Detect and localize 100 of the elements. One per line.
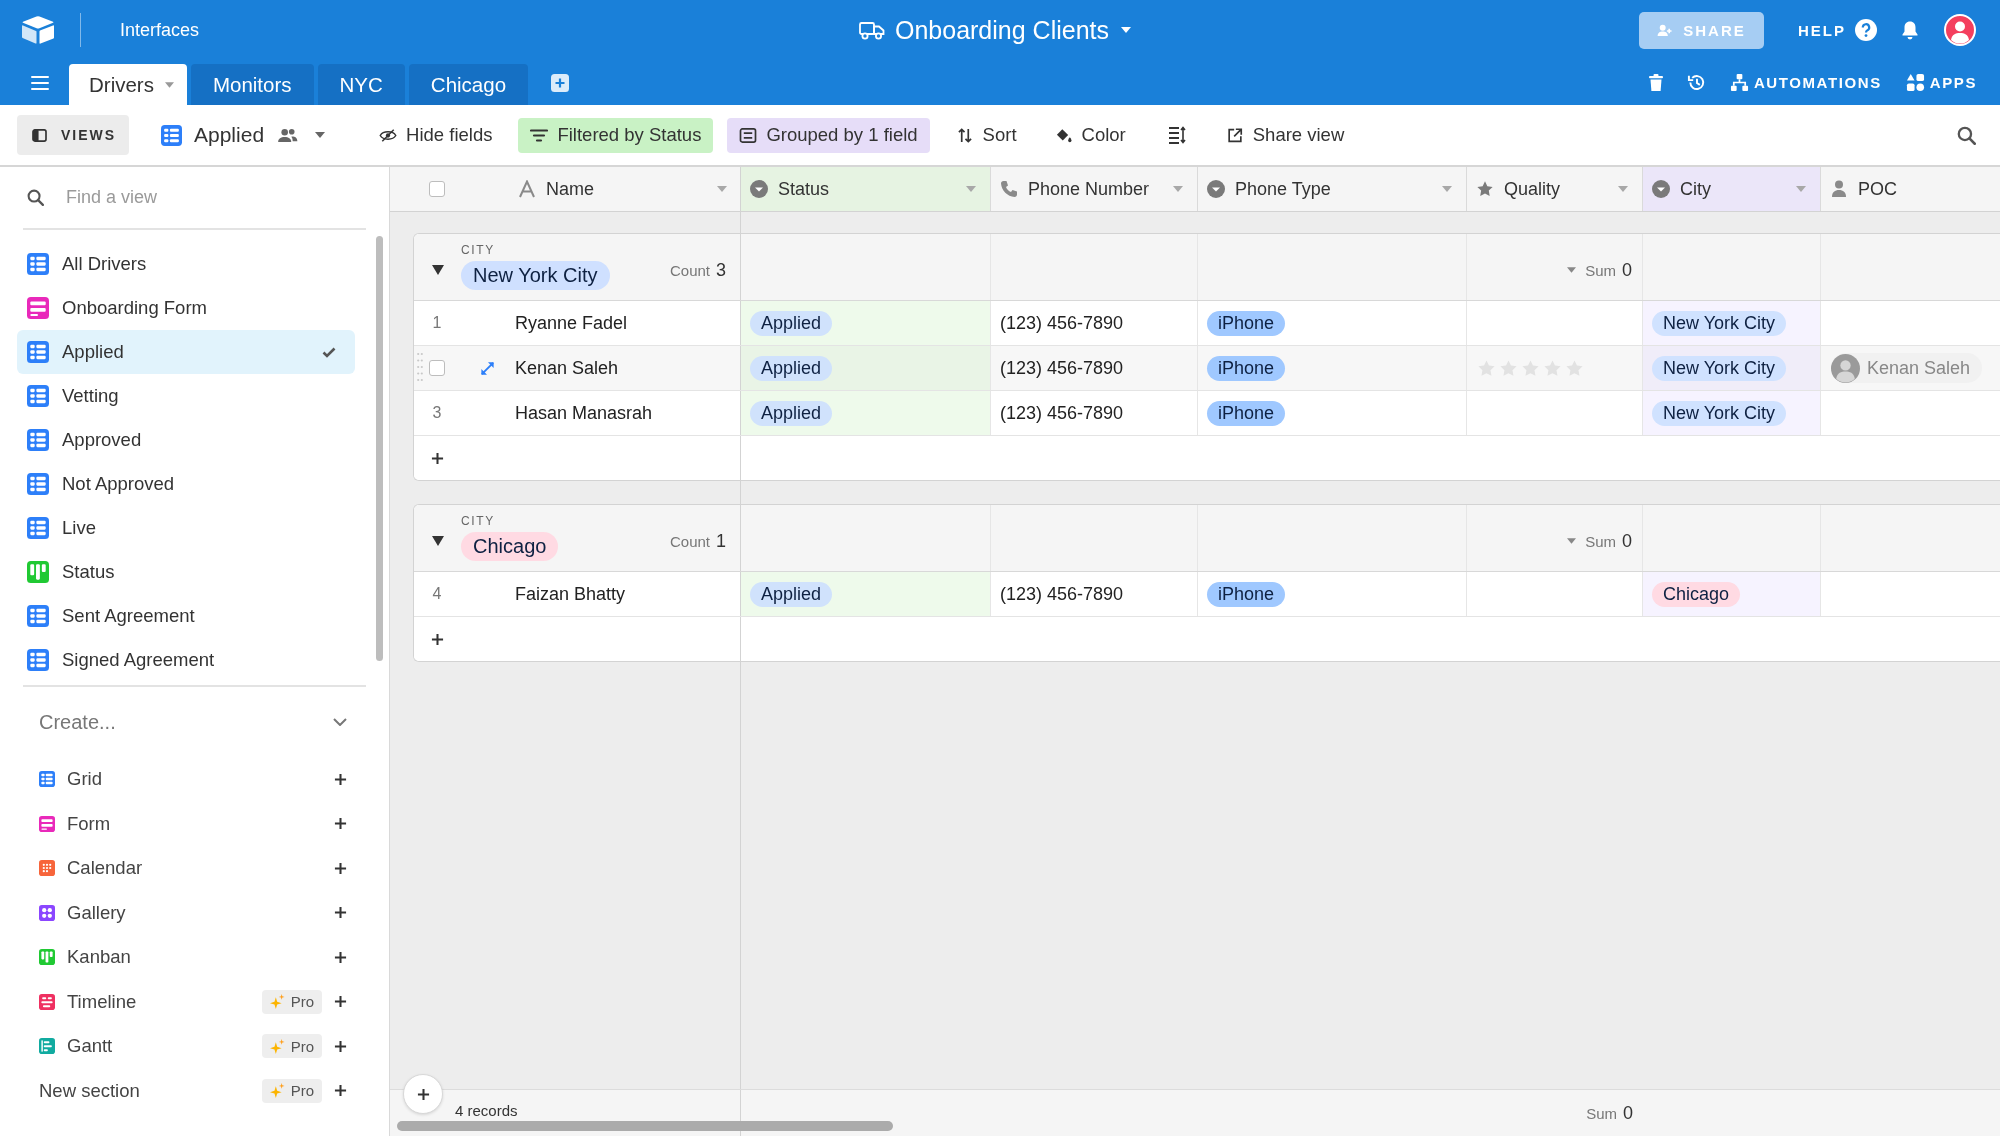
status-tag: Applied: [750, 581, 833, 607]
create-view-option[interactable]: New section: [39, 1079, 140, 1102]
truck-icon: [859, 20, 885, 40]
tab[interactable]: NYC: [317, 64, 405, 105]
caret-icon: [1796, 186, 1806, 192]
row-height-icon[interactable]: [1167, 126, 1186, 144]
filter-button[interactable]: Filtered by Status: [518, 117, 714, 153]
tab[interactable]: Monitors: [190, 64, 314, 105]
view-item[interactable]: Live: [17, 506, 355, 550]
interfaces-tab[interactable]: Interfaces: [120, 19, 200, 41]
column-header[interactable]: Name: [518, 167, 740, 211]
paint-bucket-icon: [1054, 127, 1073, 143]
group-button[interactable]: Grouped by 1 field: [727, 117, 930, 153]
column-header[interactable]: Phone Type: [1198, 167, 1467, 211]
view-item[interactable]: Onboarding Form: [17, 286, 355, 330]
view-item[interactable]: Status: [17, 550, 355, 594]
user-avatar-icon[interactable]: [1944, 14, 1976, 46]
view-item[interactable]: Vetting: [17, 374, 355, 418]
sort-button[interactable]: Sort: [943, 117, 1029, 153]
table-row[interactable]: Kenan Saleh Applied (123) 456-7890 iPhone New York City Kenan Saleh: [414, 346, 2000, 391]
view-item[interactable]: Applied: [17, 330, 355, 374]
plus-icon[interactable]: [430, 632, 444, 646]
phone-type-tag: iPhone: [1207, 581, 1286, 607]
search-icon[interactable]: [1957, 125, 1976, 145]
table-row[interactable]: 1 Ryanne Fadel Applied (123) 456-7890 iPhone New York City: [414, 301, 2000, 346]
expand-icon[interactable]: [479, 359, 496, 377]
caret-icon: [1618, 186, 1628, 192]
automations-button[interactable]: AUTOMATIONS: [1729, 73, 1882, 92]
plus-icon[interactable]: [416, 1087, 430, 1101]
plus-square-icon[interactable]: [551, 73, 570, 92]
phone-type-tag: iPhone: [1207, 400, 1286, 426]
plus-icon[interactable]: [334, 772, 347, 786]
tab[interactable]: Chicago: [408, 64, 529, 105]
plus-icon[interactable]: [334, 995, 347, 1009]
count-value: 3: [716, 259, 726, 281]
column-header[interactable]: Status: [741, 167, 991, 211]
column-header[interactable]: City: [1643, 167, 1821, 211]
record-name: Kenan Saleh: [515, 357, 619, 379]
record-name: Faizan Bhatty: [515, 583, 626, 605]
hierarchy-icon: [1729, 73, 1749, 92]
checkbox[interactable]: [429, 181, 445, 197]
count-value: 1: [716, 530, 726, 552]
view-item[interactable]: Sent Agreement: [17, 594, 355, 638]
create-view-option[interactable]: Kanban: [67, 946, 131, 969]
plus-icon[interactable]: [334, 861, 347, 875]
checkbox[interactable]: [429, 360, 445, 376]
row-number: 4: [432, 585, 442, 603]
sum-label: Sum: [1585, 532, 1616, 550]
drag-handle-icon[interactable]: [417, 352, 423, 382]
box-logo-icon[interactable]: [20, 15, 56, 45]
table-row[interactable]: 3 Hasan Manasrah Applied (123) 456-7890 iPhone New York City: [414, 391, 2000, 436]
create-view-option[interactable]: Form: [67, 812, 111, 835]
create-view-option[interactable]: Gallery: [67, 901, 126, 924]
plus-icon[interactable]: [334, 906, 347, 920]
plus-icon[interactable]: [334, 1084, 347, 1098]
horizontal-scrollbar[interactable]: [397, 1121, 893, 1131]
view-item[interactable]: Not Approved: [17, 462, 355, 506]
caret-icon: [717, 186, 727, 192]
list-icon: [739, 127, 758, 143]
plus-icon[interactable]: [334, 950, 347, 964]
table-row[interactable]: 4 Faizan Bhatty Applied (123) 456-7890 iPhone Chicago: [414, 572, 2000, 617]
create-section-toggle[interactable]: Create...: [0, 687, 389, 757]
person-icon: [1830, 180, 1848, 198]
text-field-icon: [518, 180, 536, 198]
view-switcher[interactable]: Applied: [161, 123, 326, 147]
phone-icon: [1000, 180, 1018, 198]
view-item[interactable]: All Drivers: [17, 242, 355, 286]
plus-icon[interactable]: [334, 817, 347, 831]
calendar-icon: [39, 860, 55, 877]
hide-fields-button[interactable]: Hide fields: [367, 117, 505, 153]
plus-icon[interactable]: [430, 451, 444, 465]
vertical-scrollbar[interactable]: [376, 236, 383, 661]
create-view-option[interactable]: Calendar: [67, 857, 143, 880]
column-header[interactable]: Phone Number: [991, 167, 1198, 211]
create-view-option[interactable]: Timeline: [67, 990, 137, 1013]
share-view-button[interactable]: Share view: [1213, 117, 1357, 153]
base-title[interactable]: Onboarding Clients: [859, 15, 1131, 45]
menu-icon[interactable]: [30, 74, 50, 91]
help-button[interactable]: HELP: [1798, 19, 1877, 41]
grid-icon: [161, 124, 182, 146]
view-item[interactable]: Signed Agreement: [17, 638, 355, 682]
bell-icon[interactable]: [1901, 20, 1919, 40]
views-button[interactable]: VIEWS: [17, 115, 129, 155]
caret-icon[interactable]: [432, 265, 444, 275]
caret-icon[interactable]: [432, 536, 444, 546]
tab[interactable]: Drivers: [69, 64, 187, 105]
history-icon[interactable]: [1686, 73, 1706, 92]
plus-icon[interactable]: [334, 1039, 347, 1053]
create-view-option[interactable]: Gantt: [67, 1035, 113, 1058]
search-field[interactable]: Find a view: [66, 187, 306, 208]
status-tag: Applied: [750, 400, 833, 426]
apps-button[interactable]: APPS: [1905, 73, 1977, 92]
view-item[interactable]: Approved: [17, 418, 355, 462]
sum-value: 0: [1622, 259, 1632, 281]
group-field-label: CITY: [461, 513, 495, 528]
column-header[interactable]: POC: [1821, 167, 2000, 211]
color-button[interactable]: Color: [1042, 117, 1138, 153]
group-field-label: CITY: [461, 242, 495, 257]
create-view-option[interactable]: Grid: [67, 768, 102, 791]
trash-icon[interactable]: [1648, 73, 1663, 92]
